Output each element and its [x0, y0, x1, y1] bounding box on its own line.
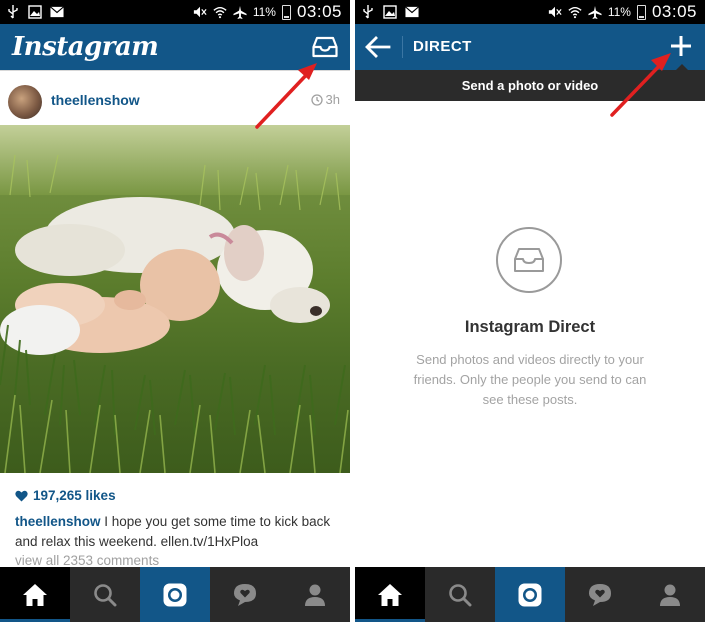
- page-title: DIRECT: [413, 38, 472, 55]
- feed-screen: 11% 03:05 Instagram theellenshow 3h 197,…: [0, 0, 350, 622]
- post-time: 3h: [310, 92, 340, 107]
- back-arrow-icon: [365, 36, 391, 58]
- clock-icon: [310, 93, 323, 106]
- empty-state-title: Instagram Direct: [464, 318, 596, 336]
- usb-icon: [6, 5, 20, 19]
- app-bar: Instagram: [0, 24, 350, 70]
- wifi-icon: [213, 5, 227, 19]
- heart-icon: [15, 490, 28, 501]
- wifi-icon: [568, 5, 582, 19]
- likes-label: 197,265 likes: [33, 488, 116, 503]
- activity-icon: [589, 583, 611, 606]
- tooltip: Send a photo or video: [355, 70, 705, 101]
- plus-icon: [671, 36, 691, 56]
- battery-percent: 11%: [252, 5, 276, 19]
- tab-search[interactable]: [70, 567, 140, 622]
- email-icon: [405, 5, 419, 19]
- clock: 03:05: [296, 2, 342, 21]
- profile-icon: [305, 584, 325, 606]
- bottom-nav: [355, 567, 705, 622]
- mute-icon: [548, 5, 562, 19]
- gallery-icon: [28, 5, 42, 19]
- airplane-icon: [588, 5, 602, 19]
- likes-count[interactable]: 197,265 likes: [15, 488, 116, 503]
- battery-percent: 11%: [607, 5, 631, 19]
- status-bar: 11% 03:05: [355, 0, 705, 24]
- tab-home[interactable]: [355, 567, 425, 622]
- post-header: theellenshow 3h: [0, 70, 350, 126]
- search-icon: [449, 583, 472, 606]
- post-caption: theellenshow I hope you get some time to…: [15, 512, 340, 552]
- email-icon: [50, 5, 64, 19]
- camera-icon: [163, 583, 187, 606]
- battery-icon: [636, 4, 646, 20]
- post-time-label: 3h: [325, 92, 340, 107]
- empty-state-description: Send photos and videos directly to your …: [413, 352, 647, 407]
- camera-icon: [518, 583, 542, 606]
- inbox-tray-icon: [312, 36, 338, 58]
- battery-icon: [281, 4, 291, 20]
- search-icon: [94, 583, 117, 606]
- airplane-icon: [233, 5, 247, 19]
- direct-screen: 11% 03:05 DIRECT Send a photo or video I…: [355, 0, 705, 622]
- clock: 03:05: [651, 2, 697, 21]
- usb-icon: [361, 5, 375, 19]
- mute-icon: [193, 5, 207, 19]
- status-bar: 11% 03:05: [0, 0, 350, 24]
- app-bar-separator: [402, 36, 403, 58]
- tab-camera[interactable]: [495, 567, 565, 622]
- instagram-logo: Instagram: [12, 32, 159, 62]
- post-image: [0, 125, 350, 473]
- new-message-button[interactable]: [669, 34, 693, 58]
- tab-camera[interactable]: [140, 567, 210, 622]
- home-icon: [378, 583, 402, 606]
- activity-icon: [234, 583, 256, 606]
- tab-search[interactable]: [425, 567, 495, 622]
- direct-inbox-button[interactable]: [312, 35, 338, 59]
- home-icon: [23, 583, 47, 606]
- tab-activity[interactable]: [565, 567, 635, 622]
- tab-activity[interactable]: [210, 567, 280, 622]
- view-all-comments-link[interactable]: view all 2353 comments: [15, 553, 159, 568]
- back-button[interactable]: [365, 36, 391, 58]
- gallery-icon: [383, 5, 397, 19]
- avatar[interactable]: [8, 85, 42, 119]
- tab-profile[interactable]: [280, 567, 350, 622]
- profile-icon: [660, 584, 680, 606]
- empty-state-icon: [496, 227, 562, 293]
- post-photo[interactable]: [0, 125, 350, 473]
- caption-username[interactable]: theellenshow: [15, 514, 101, 529]
- post-username[interactable]: theellenshow: [51, 92, 140, 108]
- tab-home[interactable]: [0, 567, 70, 622]
- tab-profile[interactable]: [635, 567, 705, 622]
- bottom-nav: [0, 567, 350, 622]
- inbox-tray-icon: [514, 248, 544, 272]
- app-bar: DIRECT: [355, 24, 705, 70]
